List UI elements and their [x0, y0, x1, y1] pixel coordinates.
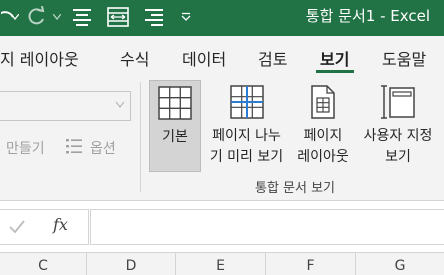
- customize-qat-icon[interactable]: [178, 4, 194, 30]
- dropdown-arrow-icon[interactable]: [8, 4, 22, 30]
- group-divider: [140, 82, 141, 192]
- tab-help[interactable]: 도움말: [382, 46, 426, 70]
- page-break-preview-icon: [229, 85, 264, 119]
- workbook-views-group-label: 통합 문서 보기: [254, 181, 336, 196]
- make-view-button[interactable]: 만들기: [6, 138, 45, 158]
- align-right-icon[interactable]: [142, 4, 166, 30]
- page-break-preview-button[interactable]: 페이지 나누 기 미리 보기: [204, 80, 289, 172]
- align-center-icon[interactable]: [70, 4, 94, 30]
- column-header-g[interactable]: G: [356, 253, 444, 275]
- ribbon-tabs: 지 레이아웃 수식 데이터 검토 보기 도움말: [0, 36, 444, 78]
- tab-formulas[interactable]: 수식: [120, 46, 149, 70]
- custom-views-button[interactable]: 사용자 지정 보기: [356, 80, 440, 172]
- tab-data[interactable]: 데이터: [182, 46, 226, 70]
- page-layout-view-button[interactable]: 페이지 레이아웃: [292, 80, 354, 172]
- insert-function-button[interactable]: fx: [53, 215, 68, 234]
- formula-bar: fx: [0, 201, 444, 253]
- column-header-e[interactable]: E: [176, 253, 266, 275]
- tab-view[interactable]: 보기: [320, 46, 349, 70]
- active-tab-indicator: [316, 70, 354, 73]
- column-header-f[interactable]: F: [266, 253, 356, 275]
- view-options-button[interactable]: 옵션: [90, 138, 116, 158]
- sheet-view-dropdown[interactable]: [0, 91, 131, 121]
- formula-bar-buttons: fx: [0, 209, 89, 245]
- column-header-c[interactable]: C: [0, 253, 87, 275]
- normal-view-icon: [158, 86, 192, 120]
- page-layout-label: 페이지 레이아웃: [297, 128, 349, 165]
- list-icon: [66, 139, 82, 154]
- custom-views-icon: [381, 85, 415, 119]
- tab-page-layout[interactable]: 지 레이아웃: [0, 46, 79, 70]
- column-header-d[interactable]: D: [87, 253, 176, 275]
- redo-icon[interactable]: [24, 4, 50, 30]
- column-headers: C D E F G: [0, 253, 444, 275]
- normal-view-button[interactable]: 기본: [149, 80, 201, 172]
- page-layout-icon: [311, 85, 335, 119]
- window-title: 통합 문서1 - Excel: [305, 7, 430, 25]
- title-bar: 통합 문서1 - Excel: [0, 0, 444, 36]
- normal-view-label: 기본: [162, 129, 188, 145]
- fit-width-icon[interactable]: [105, 4, 131, 30]
- chevron-down-icon: [115, 101, 125, 109]
- page-break-preview-label: 페이지 나누 기 미리 보기: [209, 128, 284, 165]
- check-icon[interactable]: [8, 218, 26, 236]
- ribbon-panel: 만들기 옵션 기본 페이지 나누 기 미리 보기 페이지 레이아웃 사용자 지정…: [0, 78, 444, 201]
- tab-review[interactable]: 검토: [258, 46, 287, 70]
- formula-input[interactable]: [90, 209, 444, 245]
- dropdown-arrow-icon[interactable]: [50, 4, 64, 30]
- custom-views-label: 사용자 지정 보기: [363, 128, 433, 165]
